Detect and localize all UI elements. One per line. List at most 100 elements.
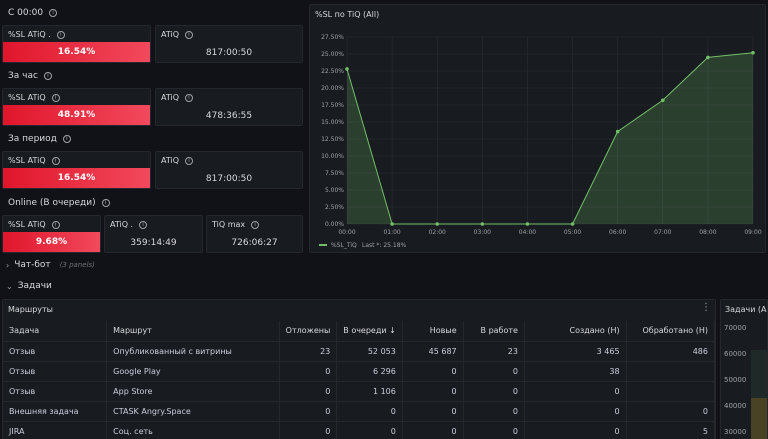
- routes-table: Задача Маршрут Отложены В очереди ↓ Новы…: [3, 321, 715, 439]
- info-icon[interactable]: i: [101, 199, 110, 207]
- side-panel-title: Задачи (All: [725, 305, 768, 314]
- table-cell: Соц. сеть: [106, 421, 280, 439]
- col-header-route[interactable]: Маршрут: [106, 321, 280, 342]
- col-header-task[interactable]: Задача: [3, 321, 108, 342]
- row-tasks[interactable]: ⌄ Задачи: [6, 281, 52, 291]
- chart-panel: %SL по TiQ (All) 0.00% 2.50% 5.00% 7.50% 10.…: [309, 4, 766, 253]
- table-cell: 0: [463, 401, 525, 422]
- table-header-row: Задача Маршрут Отложены В очереди ↓ Новы…: [3, 321, 715, 342]
- x-tick-label: 06:00: [609, 229, 626, 236]
- sl-by-tiq-chart: 0.00% 2.50% 5.00% 7.50% 10.00% 12.50% 15.00% 17…: [319, 34, 762, 249]
- y-tick-label: 5.00%: [325, 187, 344, 194]
- table-cell: 23: [279, 341, 338, 362]
- table-cell: 52 053: [336, 341, 403, 362]
- col-header-in-queue[interactable]: В очереди ↓: [336, 321, 403, 342]
- menu-icon[interactable]: ⋮: [701, 302, 711, 318]
- group-label-online: Online (В очереди) i: [8, 198, 110, 208]
- stat-panel-atiq-online: ATiQ .i 359:14:49: [104, 215, 203, 253]
- side-tick-label: 70000: [724, 324, 747, 332]
- table-row[interactable]: Отзыв Опубликованный с витрины 23 52 053 45 …: [3, 341, 715, 362]
- col-header-created[interactable]: Создано (Н): [524, 321, 627, 342]
- table-cell: 0: [402, 381, 464, 402]
- chevron-down-icon: ⌄: [6, 281, 13, 291]
- y-tick-label: 7.50%: [325, 170, 344, 177]
- table-cell: 0: [279, 421, 338, 439]
- x-tick-label: 04:00: [519, 229, 536, 236]
- series-area: [347, 52, 753, 224]
- y-tick-label: 17.50%: [321, 102, 344, 109]
- info-icon[interactable]: i: [251, 220, 260, 229]
- col-header-processed[interactable]: Обработано (Н): [626, 321, 715, 342]
- table-cell: 38: [524, 361, 627, 382]
- table-cell: 0: [279, 381, 338, 402]
- stat-panel-sl-period: %SL ATiQ i 16.54%: [2, 151, 151, 189]
- legend-last-value: Last *: 25.18%: [362, 242, 407, 249]
- y-tick-label: 2.50%: [325, 204, 344, 211]
- col-header-new[interactable]: Новые: [402, 321, 464, 342]
- table-row[interactable]: Отзыв App Store 0 1 106 0 0 0: [3, 381, 715, 402]
- legend-series-name: %SL_TiQ: [331, 242, 357, 249]
- table-cell: 0: [279, 361, 338, 382]
- x-tick-label: 00:00: [338, 229, 355, 236]
- x-tick-label: 03:00: [474, 229, 491, 236]
- table-cell: 0: [402, 421, 464, 439]
- table-cell: Отзыв: [3, 361, 108, 382]
- data-point: [390, 222, 394, 226]
- stat-panel-atiq-since-midnight: ATiQ i 817:00:50: [155, 25, 303, 63]
- table-row[interactable]: Внешняя задача CTASK Angry.Space 0 0 0 0 0 0: [3, 401, 715, 422]
- atiq-value: 817:00:50: [205, 174, 253, 184]
- info-icon[interactable]: i: [51, 220, 60, 229]
- info-icon[interactable]: i: [56, 30, 65, 39]
- info-icon[interactable]: i: [49, 9, 58, 17]
- col-header-postponed[interactable]: Отложены: [279, 321, 338, 342]
- sl-value: 16.54%: [3, 168, 150, 188]
- tasks-side-panel: Задачи (All 70000 60000 50000 40000 30000: [720, 299, 768, 439]
- table-cell: 0: [463, 421, 525, 439]
- chevron-right-icon: ›: [6, 260, 10, 270]
- table-cell: 0: [336, 401, 403, 422]
- info-icon[interactable]: i: [62, 135, 71, 143]
- tiq-max-value: 726:06:27: [231, 238, 278, 248]
- info-icon[interactable]: i: [43, 72, 52, 80]
- data-point: [435, 222, 440, 226]
- table-cell: 45 687: [402, 341, 464, 362]
- info-icon[interactable]: i: [185, 93, 194, 102]
- info-icon[interactable]: i: [51, 156, 60, 165]
- x-tick-label: 09:00: [744, 229, 761, 236]
- table-cell: Отзыв: [3, 341, 108, 362]
- table-cell: 0: [524, 421, 627, 439]
- atiq-value: 817:00:50: [205, 48, 253, 58]
- sl-value: 48.91%: [3, 105, 150, 125]
- table-cell: App Store: [106, 381, 280, 402]
- info-icon[interactable]: i: [139, 220, 148, 229]
- x-tick-label: 07:00: [654, 229, 671, 236]
- atiq-value: 478:36:55: [205, 111, 253, 121]
- stat-panel-atiq-period: ATiQ i 817:00:50: [155, 151, 303, 189]
- info-icon[interactable]: i: [185, 30, 194, 39]
- table-row[interactable]: Отзыв Google Play 0 6 296 0 0 38: [3, 361, 715, 382]
- table-cell: Отзыв: [3, 381, 108, 402]
- table-row[interactable]: JIRA Соц. сеть 0 0 0 0 0 5: [3, 421, 715, 439]
- data-point: [480, 222, 485, 226]
- info-icon[interactable]: i: [51, 93, 60, 102]
- table-cell: 23: [463, 341, 525, 362]
- table-cell: 0: [524, 381, 627, 402]
- stat-panel-tiq-max: TiQ max i 726:06:27: [206, 215, 303, 253]
- stat-panel-sl-last-hour: %SL ATiQ i 48.91%: [2, 88, 151, 126]
- data-point: [660, 98, 665, 103]
- side-area-shape-lower: [751, 398, 767, 439]
- x-tick-label: 01:00: [383, 229, 400, 236]
- data-point: [615, 129, 620, 134]
- table-cell: 0: [336, 421, 403, 439]
- row-chatbot[interactable]: › Чат-бот (3 panels): [6, 260, 95, 270]
- y-tick-label: 10.00%: [321, 153, 344, 160]
- table-cell: 6 296: [336, 361, 403, 382]
- col-header-in-progress[interactable]: В работе: [463, 321, 525, 342]
- group-label-period: За период i: [8, 134, 71, 144]
- group-label-last-hour: За час i: [8, 71, 52, 81]
- y-tick-label: 12.50%: [321, 136, 344, 143]
- data-point: [345, 67, 349, 71]
- table-cell: 0: [463, 381, 525, 402]
- x-tick-label: 05:00: [564, 229, 581, 236]
- info-icon[interactable]: i: [185, 156, 194, 165]
